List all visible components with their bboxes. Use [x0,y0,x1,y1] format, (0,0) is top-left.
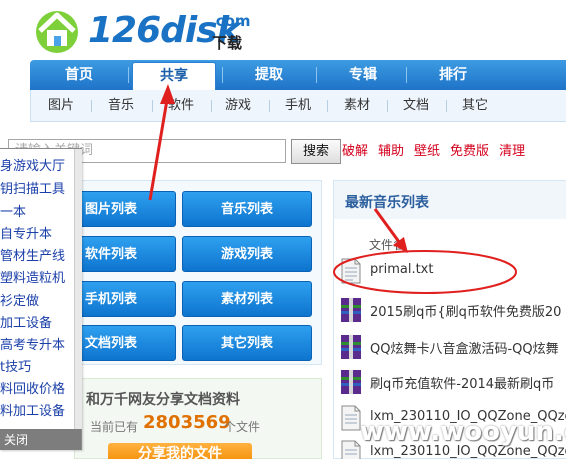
ad-close-bar: 关闭 [0,429,81,450]
category-button-games[interactable]: 游戏列表 [182,236,312,272]
share-count-suffix: 个文件 [224,420,261,434]
subnav-divider [152,100,153,112]
site-logo[interactable]: 126disk .com 下载 [30,6,270,56]
subnav-item-other[interactable]: 其它 [462,90,488,122]
share-my-files-button[interactable]: 分享我的文件 [108,443,252,459]
category-button-materials[interactable]: 素材列表 [182,281,312,317]
subnav-divider [91,100,92,112]
tab-album[interactable]: 专辑 [330,60,396,90]
subnav-item-software[interactable]: 软件 [168,90,194,122]
subnav-divider [446,100,447,112]
brand-prefix: 126 [88,10,161,51]
subnav-item-mobile[interactable]: 手机 [285,90,311,122]
tab-home[interactable]: 首页 [48,60,110,90]
file-row[interactable]: 刷q币充值软件-2014最新刷q币 [340,367,566,397]
watermark: www.wooyun.org [360,417,566,447]
ad-link[interactable]: 钥扫描工具 [0,178,65,197]
category-button-other[interactable]: 其它列表 [182,325,312,361]
nav-divider [316,67,317,83]
file-name[interactable]: QQ炫舞卡八音盒激活码-QQ炫舞 [370,338,559,357]
ad-link[interactable]: t技巧 [0,356,31,375]
hot-link-free[interactable]: 免费版 [450,144,489,159]
rar-archive-icon [341,298,361,322]
file-row[interactable]: 2015刷q币{刷q币软件免费版20 [340,295,566,325]
rar-archive-icon [341,370,361,394]
ad-link[interactable]: 身游戏大厅 [0,155,65,174]
file-name[interactable]: primal.txt [370,262,433,277]
text-file-icon [341,258,361,284]
ad-link[interactable]: 料回收价格 [0,378,65,397]
nav-divider [406,67,407,83]
text-file-icon [341,440,361,459]
page: 126disk .com 下载 首页 共享 提取 专辑 排行 图片 音乐 软件 … [0,0,566,459]
tab-extract[interactable]: 提取 [238,60,300,90]
nav-divider [128,67,129,83]
ad-link[interactable]: 一本 [0,201,26,220]
ad-link[interactable]: 高考专升本 [0,334,65,353]
ad-link[interactable]: 管材生产线 [0,245,65,264]
share-title: 和万千网友分享文档资料 [86,392,240,408]
subnav-divider [327,100,328,112]
ad-link[interactable]: 衫定做 [0,290,39,309]
hot-link-assist[interactable]: 辅助 [378,144,404,159]
ad-sidebar: 身游戏大厅 钥扫描工具 一本 自专升本 管材生产线 塑料造粒机 衫定做 加工设备… [0,148,82,450]
hot-link-crack[interactable]: 破解 [342,144,368,159]
house-logo-icon [36,11,78,53]
ad-link[interactable]: 料加工设备 [0,400,65,419]
filename-column-label: 文件名 [369,238,406,252]
share-count-prefix: 当前已有 [90,420,139,434]
search-button[interactable]: 搜索 [291,139,341,164]
nav-divider [222,67,223,83]
subnav-item-music[interactable]: 音乐 [108,90,134,122]
ad-link[interactable]: 加工设备 [0,312,52,331]
file-name[interactable]: 刷q币充值软件-2014最新刷q币 [370,373,554,392]
hot-link-wallpaper[interactable]: 壁纸 [414,144,440,159]
hot-link-clean[interactable]: 清理 [499,144,525,159]
rar-archive-icon [341,335,361,359]
subnav-divider [269,100,270,112]
sub-nav: 图片 音乐 软件 游戏 手机 素材 文档 其它 [30,90,566,122]
music-list-title: 最新音乐列表 [345,195,429,211]
main-nav: 首页 共享 提取 专辑 排行 [30,60,566,91]
subnav-item-documents[interactable]: 文档 [403,90,429,122]
ad-scrollbar[interactable] [74,149,82,429]
subnav-item-games[interactable]: 游戏 [225,90,251,122]
category-button-music[interactable]: 音乐列表 [182,191,312,227]
ad-link[interactable]: 自专升本 [0,223,52,242]
subnav-item-pictures[interactable]: 图片 [48,90,74,122]
file-row[interactable]: QQ炫舞卡八音盒激活码-QQ炫舞 [340,332,566,362]
ad-link[interactable]: 塑料造粒机 [0,267,65,286]
subnav-divider [387,100,388,112]
brand-download: 下载 [212,34,243,52]
hot-links: 破解 辅助 壁纸 免费版 清理 [342,141,535,163]
file-name[interactable]: 2015刷q币{刷q币软件免费版20 [370,301,561,320]
tab-ranking[interactable]: 排行 [422,60,484,90]
file-row[interactable]: primal.txt [340,256,566,286]
share-count: 2803569 [143,412,231,433]
subnav-divider [211,100,212,112]
text-file-icon [341,405,361,431]
tab-share[interactable]: 共享 [132,62,216,91]
subnav-item-materials[interactable]: 素材 [344,90,370,122]
brand-com: .com [210,12,251,30]
ad-close-button[interactable]: 关闭 [4,431,28,448]
